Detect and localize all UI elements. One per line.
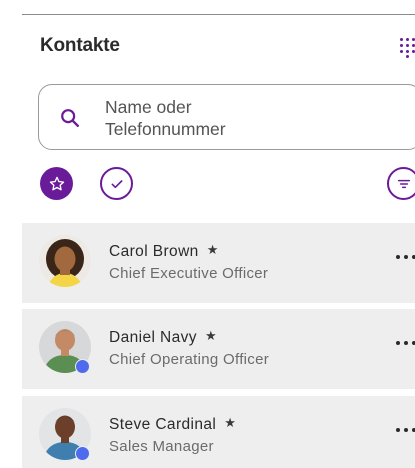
more-options-icon[interactable]	[396, 341, 415, 349]
more-options-icon[interactable]	[396, 428, 415, 436]
presence-indicator	[75, 446, 90, 461]
contact-name: Daniel Navy ★	[109, 328, 218, 346]
contact-role: Chief Operating Officer	[109, 351, 270, 368]
top-divider	[22, 14, 415, 15]
page-title: Kontakte	[40, 35, 120, 56]
favorite-star-icon: ★	[204, 328, 218, 343]
avatar	[39, 235, 91, 287]
presence-indicator	[75, 359, 90, 374]
contact-row[interactable]: Daniel Navy ★ Chief Operating Officer	[22, 309, 415, 389]
favorites-filter-button[interactable]	[40, 167, 73, 200]
search-input[interactable]: Name oder Telefonnummer	[38, 84, 415, 150]
contact-role: Chief Executive Officer	[109, 265, 269, 282]
contact-row[interactable]: Carol Brown ★ Chief Executive Officer	[22, 223, 415, 303]
contact-role: Sales Manager	[109, 438, 214, 455]
filter-bar	[0, 165, 415, 203]
more-options-icon[interactable]	[396, 255, 415, 263]
sort-filter-button[interactable]	[387, 167, 415, 200]
contact-row[interactable]: Steve Cardinal ★ Sales Manager	[22, 396, 415, 468]
star-icon	[49, 176, 64, 190]
favorite-star-icon: ★	[206, 242, 219, 257]
search-icon	[61, 109, 79, 127]
check-icon	[111, 179, 122, 188]
favorite-star-icon: ★	[224, 415, 237, 430]
search-placeholder: Name oder Telefonnummer	[105, 97, 226, 139]
contact-name: Steve Cardinal ★	[109, 415, 237, 433]
contact-name: Carol Brown ★	[109, 242, 219, 260]
checked-filter-button[interactable]	[100, 167, 133, 200]
filter-lines-icon	[397, 179, 410, 188]
dialpad-icon[interactable]	[398, 36, 415, 58]
